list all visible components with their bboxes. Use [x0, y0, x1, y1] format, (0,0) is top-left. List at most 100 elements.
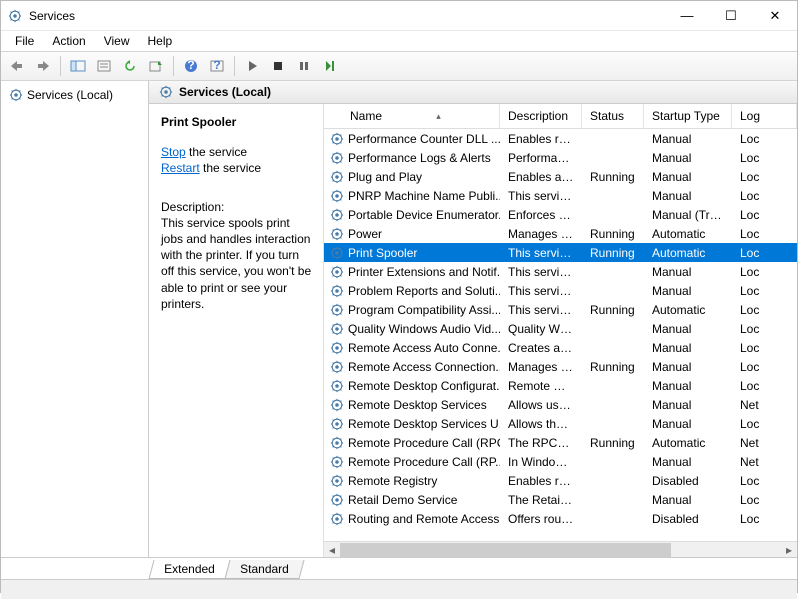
service-name: Routing and Remote Access — [348, 512, 499, 526]
service-icon — [330, 512, 344, 526]
service-row[interactable]: Remote Access Auto Conne...Creates a co.… — [324, 338, 797, 357]
stop-button[interactable] — [266, 54, 290, 78]
service-startup: Disabled — [644, 512, 732, 526]
pause-button[interactable] — [292, 54, 316, 78]
service-row[interactable]: Remote Desktop Services U...Allows the r… — [324, 414, 797, 433]
service-log: Loc — [732, 246, 797, 260]
service-startup: Manual — [644, 132, 732, 146]
service-row[interactable]: PNRP Machine Name Publi...This service .… — [324, 186, 797, 205]
service-startup: Manual — [644, 151, 732, 165]
service-name: Remote Access Auto Conne... — [348, 341, 500, 355]
scroll-left-icon[interactable]: ◂ — [324, 542, 340, 558]
stop-link[interactable]: Stop — [161, 145, 186, 159]
forward-button[interactable] — [31, 54, 55, 78]
restart-button[interactable] — [318, 54, 342, 78]
restart-link[interactable]: Restart — [161, 161, 200, 175]
service-row[interactable]: Remote Access Connection...Manages di...… — [324, 357, 797, 376]
tab-standard[interactable]: Standard — [224, 560, 304, 579]
service-row[interactable]: PowerManages p...RunningAutomaticLoc — [324, 224, 797, 243]
service-log: Net — [732, 455, 797, 469]
service-desc: This service ... — [500, 265, 582, 279]
service-row[interactable]: Retail Demo ServiceThe Retail D...Manual… — [324, 490, 797, 509]
service-row[interactable]: Problem Reports and Soluti...This servic… — [324, 281, 797, 300]
help-button[interactable]: ? — [179, 54, 203, 78]
menu-file[interactable]: File — [7, 32, 42, 50]
column-log[interactable]: Log — [732, 104, 797, 128]
column-name[interactable]: Name▴ — [324, 104, 500, 128]
service-log: Net — [732, 436, 797, 450]
service-icon — [330, 474, 344, 488]
app-icon — [7, 8, 23, 24]
column-description[interactable]: Description — [500, 104, 582, 128]
menu-help[interactable]: Help — [140, 32, 181, 50]
service-row[interactable]: Routing and Remote AccessOffers routi...… — [324, 509, 797, 528]
service-row[interactable]: Remote Desktop ServicesAllows user...Man… — [324, 395, 797, 414]
refresh-button[interactable] — [118, 54, 142, 78]
service-icon — [330, 170, 344, 184]
description-text: This service spools print jobs and handl… — [161, 215, 313, 312]
service-icon — [330, 455, 344, 469]
service-icon — [330, 417, 344, 431]
service-startup: Automatic — [644, 436, 732, 450]
tab-extended[interactable]: Extended — [148, 560, 230, 579]
service-desc: Enables a c... — [500, 170, 582, 184]
service-row[interactable]: Remote Procedure Call (RP...In Windows..… — [324, 452, 797, 471]
service-row[interactable]: Print SpoolerThis service ...RunningAuto… — [324, 243, 797, 262]
menu-view[interactable]: View — [96, 32, 138, 50]
service-row[interactable]: Quality Windows Audio Vid...Quality Win.… — [324, 319, 797, 338]
pane-header: Services (Local) — [149, 81, 797, 104]
service-row[interactable]: Plug and PlayEnables a c...RunningManual… — [324, 167, 797, 186]
service-name: Remote Access Connection... — [348, 360, 500, 374]
service-name: Remote Desktop Configurat... — [348, 379, 500, 393]
service-icon — [330, 284, 344, 298]
service-desc: Manages di... — [500, 360, 582, 374]
scroll-right-icon[interactable]: ▸ — [781, 542, 797, 558]
menubar: File Action View Help — [1, 31, 797, 51]
statusbar — [1, 579, 797, 599]
service-status: Running — [582, 436, 644, 450]
service-startup: Manual — [644, 170, 732, 184]
service-name: Remote Desktop Services — [348, 398, 487, 412]
close-button[interactable]: ✕ — [753, 2, 797, 30]
play-button[interactable] — [240, 54, 264, 78]
service-row[interactable]: Program Compatibility Assi...This servic… — [324, 300, 797, 319]
properties-button[interactable] — [92, 54, 116, 78]
service-name: Printer Extensions and Notif... — [348, 265, 500, 279]
horizontal-scrollbar[interactable]: ◂ ▸ — [324, 541, 797, 557]
service-row[interactable]: Performance Counter DLL ...Enables rem..… — [324, 129, 797, 148]
service-name: Performance Counter DLL ... — [348, 132, 500, 146]
service-row[interactable]: Printer Extensions and Notif...This serv… — [324, 262, 797, 281]
service-icon — [330, 303, 344, 317]
minimize-button[interactable]: — — [665, 2, 709, 30]
service-desc: The RPCSS ... — [500, 436, 582, 450]
service-desc: Quality Win... — [500, 322, 582, 336]
menu-action[interactable]: Action — [44, 32, 93, 50]
service-startup: Manual — [644, 189, 732, 203]
scroll-thumb[interactable] — [340, 543, 671, 557]
service-log: Net — [732, 398, 797, 412]
service-row[interactable]: Portable Device Enumerator...Enforces gr… — [324, 205, 797, 224]
description-label: Description: — [161, 199, 313, 215]
service-row[interactable]: Remote RegistryEnables rem...DisabledLoc — [324, 471, 797, 490]
service-status: Running — [582, 360, 644, 374]
service-log: Loc — [732, 512, 797, 526]
service-log: Loc — [732, 265, 797, 279]
service-startup: Manual — [644, 284, 732, 298]
column-startup[interactable]: Startup Type — [644, 104, 732, 128]
titlebar: Services — ☐ ✕ — [1, 1, 797, 31]
service-icon — [330, 398, 344, 412]
maximize-button[interactable]: ☐ — [709, 2, 753, 30]
tree-item-services-local[interactable]: Services (Local) — [1, 85, 148, 105]
service-row[interactable]: Remote Procedure Call (RPC)The RPCSS ...… — [324, 433, 797, 452]
export-button[interactable] — [144, 54, 168, 78]
service-row[interactable]: Performance Logs & AlertsPerformanc...Ma… — [324, 148, 797, 167]
service-name: Portable Device Enumerator... — [348, 208, 500, 222]
service-row[interactable]: Remote Desktop Configurat...Remote Des..… — [324, 376, 797, 395]
service-name: Problem Reports and Soluti... — [348, 284, 500, 298]
service-icon — [330, 265, 344, 279]
service-icon — [330, 132, 344, 146]
help-topics-button[interactable]: ? — [205, 54, 229, 78]
show-hide-tree-button[interactable] — [66, 54, 90, 78]
column-status[interactable]: Status — [582, 104, 644, 128]
back-button[interactable] — [5, 54, 29, 78]
